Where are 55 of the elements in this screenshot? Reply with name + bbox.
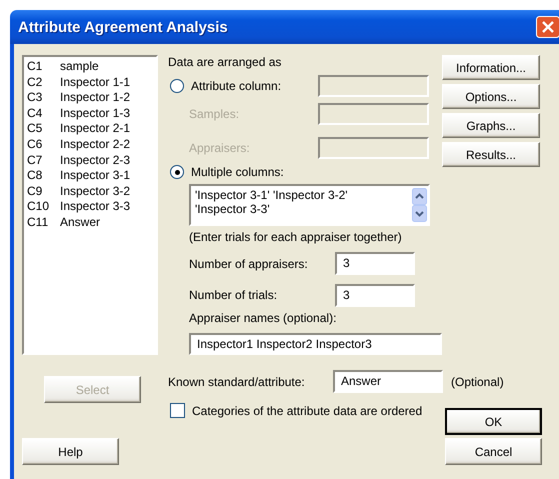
column-number[interactable]: C9 — [27, 184, 60, 200]
scroll-down-icon[interactable] — [412, 205, 427, 222]
column-number[interactable]: C1 — [27, 59, 60, 75]
column-name[interactable]: Inspector 2-2 — [60, 136, 130, 153]
column-number[interactable]: C10 — [27, 199, 60, 215]
column-name[interactable]: Inspector 3-1 — [60, 168, 130, 184]
field-label: Known standard/attribute: — [168, 374, 306, 388]
column-number[interactable]: C2 — [27, 74, 60, 90]
input-field[interactable] — [318, 103, 429, 125]
radio-label[interactable]: Attribute column: — [191, 79, 318, 93]
window-title: Attribute Agreement Analysis — [18, 18, 229, 36]
group-label: Data are arranged as — [168, 55, 282, 69]
column-name[interactable]: Inspector 1-2 — [60, 90, 130, 106]
column-number[interactable]: C4 — [27, 106, 60, 122]
close-icon[interactable] — [536, 16, 559, 38]
dialog-button[interactable]: OK — [445, 408, 542, 435]
column-number[interactable]: C7 — [27, 152, 60, 168]
column-name[interactable]: Inspector 2-3 — [60, 152, 130, 168]
input-field[interactable]: 3 — [335, 284, 415, 306]
column-name[interactable]: Inspector 2-1 — [60, 121, 130, 137]
field-label: Number of trials: — [189, 288, 278, 302]
field-label: Appraisers: — [189, 141, 251, 155]
input-field[interactable]: Inspector1 Inspector2 Inspector3 — [189, 333, 442, 355]
radio-button[interactable] — [170, 165, 184, 179]
field-label: Samples: — [189, 107, 240, 121]
column-name[interactable]: Inspector 1-1 — [60, 74, 130, 90]
optional-note: (Optional) — [451, 374, 504, 388]
checkbox-label[interactable]: Categories of the attribute data are ordered — [192, 404, 422, 418]
dialog-button[interactable]: Options... — [442, 84, 540, 109]
dialog-button[interactable]: Information... — [442, 55, 540, 80]
column-number[interactable]: C8 — [27, 168, 60, 184]
column-name[interactable]: Inspector 3-2 — [60, 184, 130, 200]
scroll-up-icon[interactable] — [412, 188, 427, 205]
dialog-button[interactable]: Results... — [442, 142, 540, 167]
input-field[interactable] — [318, 137, 429, 159]
field-label: Appraiser names (optional): — [189, 311, 338, 325]
input-field[interactable]: 3 — [335, 252, 415, 275]
column-number[interactable]: C11 — [27, 214, 60, 231]
column-number[interactable]: C3 — [27, 90, 60, 106]
input-field[interactable]: Answer — [333, 370, 443, 393]
column-name[interactable]: Answer — [60, 214, 100, 231]
text-area[interactable]: 'Inspector 3-1' 'Inspector 3-2' 'Inspector 3-3' — [189, 184, 430, 226]
dialog-button[interactable]: Cancel — [445, 438, 542, 465]
dialog-button[interactable]: Graphs... — [442, 113, 540, 138]
column-name[interactable]: Inspector 3-3 — [60, 199, 130, 215]
column-number[interactable]: C6 — [27, 136, 60, 153]
radio-label[interactable]: Multiple columns: — [191, 165, 318, 179]
column-name[interactable]: sample — [60, 59, 99, 75]
hint-text: (Enter trials for each appraiser together) — [189, 230, 403, 244]
column-name[interactable]: Inspector 1-3 — [60, 106, 130, 122]
radio-button[interactable] — [170, 79, 184, 93]
checkbox[interactable] — [170, 403, 185, 418]
help-button[interactable]: Help — [22, 438, 119, 465]
field-label: Number of appraisers: — [189, 256, 309, 270]
column-number[interactable]: C5 — [27, 121, 60, 137]
